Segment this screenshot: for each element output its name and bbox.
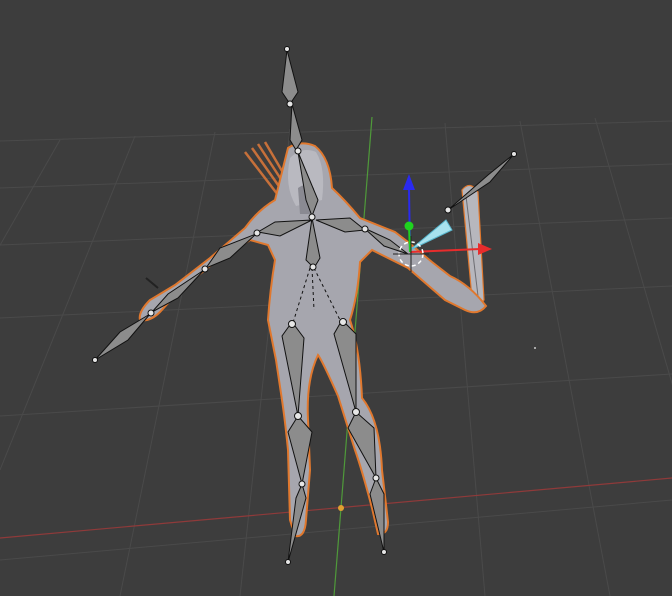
3d-viewport[interactable] <box>0 0 672 596</box>
bone-head[interactable] <box>281 49 299 105</box>
bone-hand-left[interactable] <box>447 153 515 211</box>
gizmo-x-arrow[interactable] <box>478 243 492 255</box>
x-axis-line <box>0 477 672 539</box>
bone-neck[interactable] <box>289 103 303 151</box>
knife <box>145 277 159 289</box>
stray-vertex <box>534 347 536 349</box>
origin-point <box>338 505 344 511</box>
bone-foot-left[interactable] <box>369 476 385 553</box>
bone-hand-right[interactable] <box>94 313 151 361</box>
bone-forearm-right[interactable] <box>151 269 205 313</box>
gizmo-z-arrow[interactable] <box>403 174 415 190</box>
bone-forearm-left[interactable] <box>409 219 453 251</box>
gizmo-y-handle[interactable] <box>404 221 414 231</box>
viewport-canvas[interactable] <box>0 0 672 596</box>
